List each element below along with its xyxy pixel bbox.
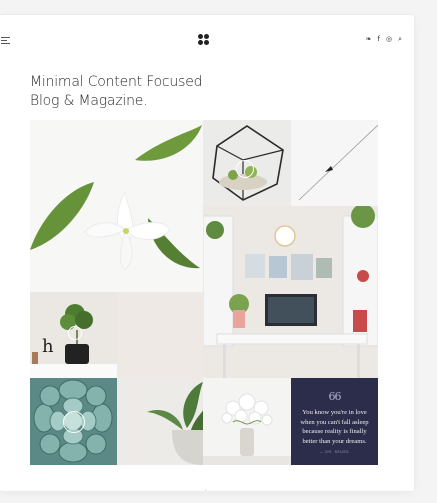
quote-author: — DR. SEUSS — [319, 450, 350, 455]
blank-wall-image[interactable] — [117, 292, 203, 378]
hero-title-line1: Minimal Content Focused — [30, 74, 203, 90]
hero-title-line2: Blog & Magazine. — [30, 92, 202, 111]
audio-icon[interactable] — [63, 411, 85, 433]
white-flower-illustration — [30, 125, 202, 271]
footer-divider — [205, 489, 206, 491]
image-grid: h 66 You know you're in love when you ca… — [30, 120, 378, 465]
social-links: ❧ f ◎ ⌕ — [366, 35, 402, 44]
twitter-icon[interactable]: ❧ — [366, 35, 372, 44]
facebook-icon[interactable]: f — [378, 35, 380, 44]
quote-text: You know you're in love when you can't f… — [300, 409, 369, 445]
play-icon[interactable] — [236, 160, 254, 178]
browser-preview-card: ❧ f ◎ ⌕ Minimal Content Focused Blog & M… — [0, 15, 414, 491]
hero-title: Minimal Content Focused Blog & Magazine. — [30, 73, 203, 111]
svg-text:h: h — [42, 336, 54, 357]
potted-plant-image[interactable]: h — [30, 292, 117, 378]
aloe-plant-image[interactable] — [117, 378, 203, 465]
terrarium-image[interactable] — [203, 120, 291, 206]
quote-tile[interactable]: 66 You know you're in love when you can'… — [291, 378, 378, 465]
white-flower-image[interactable] — [30, 120, 203, 292]
succulent-image[interactable] — [30, 378, 117, 465]
quote-mark-icon: 66 — [328, 390, 342, 403]
play-icon[interactable] — [68, 326, 82, 340]
white-flowers-illustration — [203, 393, 291, 465]
line-art-image[interactable] — [291, 120, 378, 206]
search-icon[interactable]: ⌕ — [398, 35, 402, 44]
logo-icon[interactable] — [198, 34, 209, 45]
aloe-illustration — [147, 382, 203, 465]
desk-illustration — [203, 206, 378, 378]
hamburger-icon[interactable] — [1, 37, 10, 46]
instagram-icon[interactable]: ◎ — [386, 35, 392, 44]
white-flowers-image[interactable] — [203, 378, 291, 465]
desk-workspace-image[interactable] — [203, 206, 378, 378]
line-art-illustration — [298, 124, 378, 201]
